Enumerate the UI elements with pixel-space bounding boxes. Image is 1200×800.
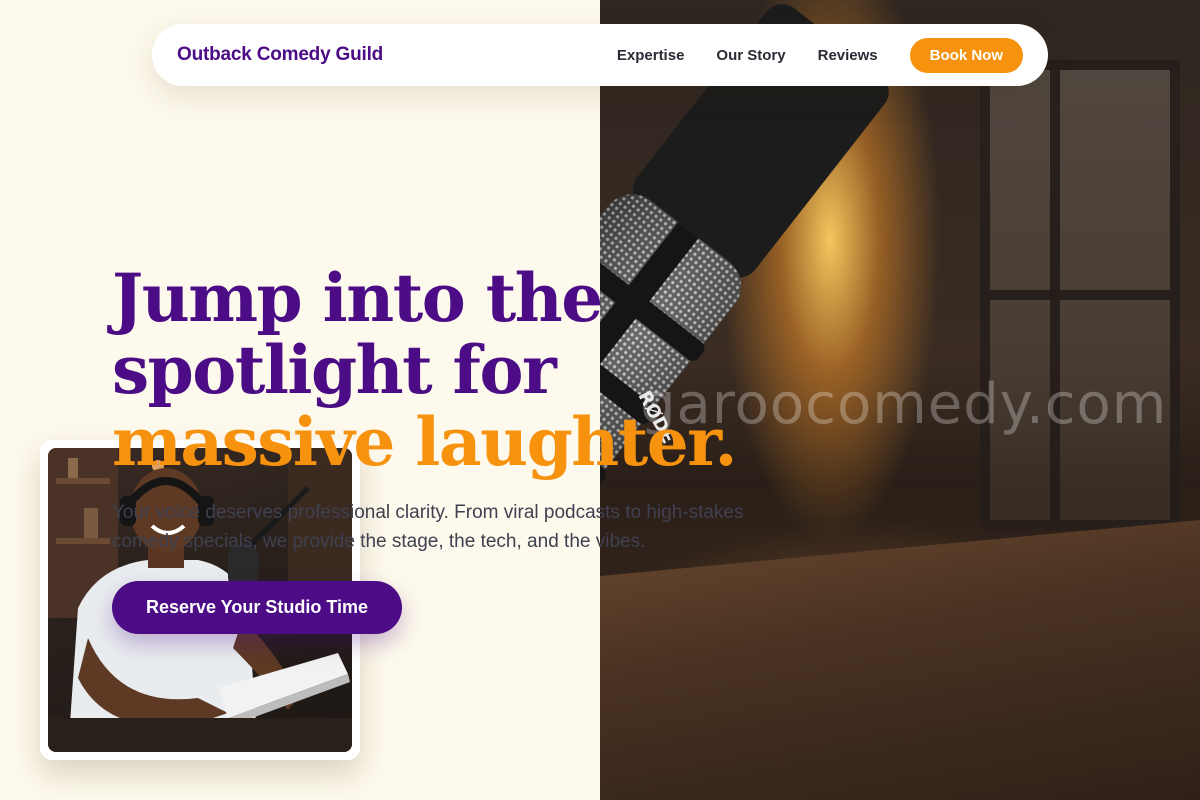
- nav-link-reviews[interactable]: Reviews: [818, 47, 878, 64]
- top-navigation: Outback Comedy Guild Expertise Our Story…: [152, 24, 1048, 86]
- book-now-button[interactable]: Book Now: [909, 37, 1023, 73]
- hero-heading-accent: massive laughter.: [112, 403, 737, 481]
- hero-heading-line1: Jump into the: [112, 259, 603, 337]
- nav-links: Expertise Our Story Reviews Book Now: [617, 37, 1023, 73]
- hero-heading-line2: spotlight for: [112, 331, 557, 409]
- nav-link-expertise[interactable]: Expertise: [617, 47, 685, 64]
- hero-heading: Jump into the spotlight for massive laug…: [112, 262, 752, 478]
- nav-link-our-story[interactable]: Our Story: [716, 47, 785, 64]
- brand-logo[interactable]: Outback Comedy Guild: [177, 44, 383, 66]
- reserve-studio-button[interactable]: Reserve Your Studio Time: [112, 581, 402, 634]
- hero-description: Your voice deserves professional clarity…: [112, 502, 744, 552]
